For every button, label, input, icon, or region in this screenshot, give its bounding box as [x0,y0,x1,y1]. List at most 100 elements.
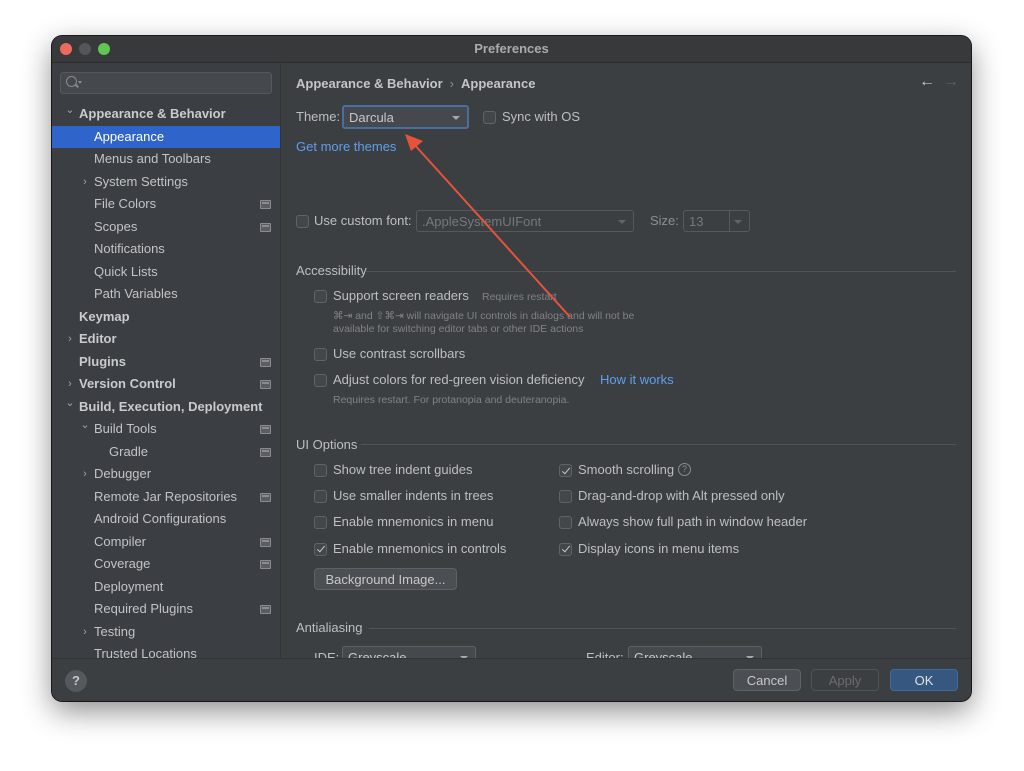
theme-value: Darcula [349,110,394,125]
smooth-scrolling-help-icon[interactable]: ? [678,463,691,476]
sidebar-item-label: Path Variables [94,286,178,301]
sidebar-item-compiler[interactable]: Compiler [52,531,280,554]
sidebar-item-label: Editor [79,331,117,346]
sidebar-item-appearance-behavior[interactable]: ⌄ Appearance & Behavior [52,103,280,126]
settings-sidebar: ⌄ Appearance & Behavior Appearance Menus an… [52,63,281,661]
section-divider [366,271,956,272]
project-level-icon [260,200,271,209]
sidebar-item-debugger[interactable]: › Debugger [52,463,280,486]
sidebar-item-plugins[interactable]: Plugins [52,351,280,374]
sidebar-item-label: Appearance [94,128,165,144]
chevron-down-icon[interactable]: ⌄ [79,414,91,437]
sidebar-item-remote-jar-repositories[interactable]: Remote Jar Repositories [52,486,280,509]
chevron-right-icon[interactable]: › [79,463,91,486]
chevron-down-icon [734,220,742,224]
contrast-scrollbars-label: Use contrast scrollbars [333,346,466,361]
sidebar-item-label: System Settings [94,173,188,189]
font-size-combo[interactable]: 13 [683,210,750,232]
help-button[interactable]: ? [65,670,87,692]
project-level-icon [260,222,271,232]
sidebar-item-android-configurations[interactable]: Android Configurations [52,508,280,531]
smooth-scrolling-checkbox[interactable] [559,464,572,477]
sidebar-item-editor[interactable]: › Editor [52,328,280,351]
chevron-down-icon[interactable]: ⌄ [64,392,76,415]
color-deficiency-label: Adjust colors for red-green vision defic… [333,372,585,387]
sidebar-item-label: Coverage [94,556,151,571]
sidebar-item-scopes[interactable]: Scopes [52,216,280,239]
sidebar-item-build-tools[interactable]: ⌄ Build Tools [52,418,280,441]
custom-font-value: .AppleSystemUIFont [422,214,542,229]
preferences-window: Preferences ⌄ Appearance & Behavior Appear… [52,36,971,701]
sidebar-item-path-variables[interactable]: Path Variables [52,283,280,306]
color-deficiency-hint: Requires restart. For protanopia and deu… [333,394,570,406]
sidebar-item-version-control[interactable]: › Version Control [52,373,280,396]
custom-font-dropdown[interactable]: .AppleSystemUIFont [416,210,634,232]
apply-button[interactable]: Apply [811,669,879,691]
enable-mnemonics-in-controls-label: Enable mnemonics in controls [333,540,507,556]
sidebar-item-testing[interactable]: › Testing [52,621,280,644]
sidebar-item-file-colors[interactable]: File Colors [52,193,280,216]
drag-and-drop-with-alt-pressed-only-label: Drag-and-drop with Alt pressed only [578,488,785,504]
sidebar-item-system-settings[interactable]: › System Settings [52,171,280,194]
smooth-scrolling-label: Smooth scrolling [578,462,675,477]
support-screen-readers-label: Support screen readers [333,288,469,303]
sidebar-item-label: File Colors [94,196,157,211]
requires-restart-note: Requires restart [482,291,557,303]
sidebar-item-deployment[interactable]: Deployment [52,576,280,599]
sidebar-item-label: Compiler [94,533,147,549]
back-arrow-icon[interactable]: ← [919,73,935,91]
enable-mnemonics-in-menu-label: Enable mnemonics in menu [333,514,494,530]
window-title: Preferences [474,41,549,56]
theme-dropdown[interactable]: Darcula [342,105,469,129]
sidebar-item-label: Required Plugins [94,601,194,616]
sidebar-item-label: Build, Execution, Deployment [79,398,263,414]
sidebar-item-quick-lists[interactable]: Quick Lists [52,261,280,284]
settings-search-input[interactable] [60,72,272,94]
breadcrumb: Appearance & Behavior › Appearance [296,76,535,91]
sidebar-item-menus-and-toolbars[interactable]: Menus and Toolbars [52,148,280,171]
sidebar-item-appearance[interactable]: Appearance [52,125,280,148]
sidebar-item-label: Menus and Toolbars [94,151,211,166]
sidebar-item-label: Scopes [94,218,138,234]
ok-button[interactable]: OK [890,669,958,691]
combo-divider [729,211,730,231]
get-more-themes-link[interactable]: Get more themes [296,139,396,154]
sidebar-item-label: Remote Jar Repositories [94,488,238,504]
use-smaller-indents-in-trees-checkbox[interactable] [314,490,327,504]
sidebar-item-label: Notifications [94,241,165,256]
chevron-right-icon[interactable]: › [64,328,76,351]
display-icons-in-menu-items-checkbox[interactable] [559,542,572,556]
use-custom-font-checkbox[interactable] [296,215,309,228]
show-tree-indent-guides-checkbox[interactable] [314,464,327,477]
search-icon [66,76,77,87]
background-image-button[interactable]: Background Image... [314,568,457,590]
chevron-down-icon[interactable]: ⌄ [64,99,76,122]
how-it-works-link[interactable]: How it works [600,372,674,387]
sidebar-item-required-plugins[interactable]: Required Plugins [52,598,280,621]
antialiasing-section-title: Antialiasing [296,620,363,635]
sync-with-os-label: Sync with OS [502,109,581,124]
drag-and-drop-with-alt-pressed-only-checkbox[interactable] [559,490,572,504]
enable-mnemonics-in-controls-checkbox[interactable] [314,542,327,556]
always-show-full-path-in-window-header-checkbox[interactable] [559,516,572,530]
sync-with-os-checkbox[interactable] [483,111,496,124]
search-options-chevron-icon[interactable] [78,81,82,84]
sidebar-item-label: Build Tools [94,421,157,436]
dialog-footer: ? Cancel Apply OK [52,658,971,701]
chevron-right-icon[interactable]: › [79,621,91,644]
project-level-icon [260,380,271,389]
sidebar-item-coverage[interactable]: Coverage [52,553,280,576]
contrast-scrollbars-checkbox[interactable] [314,348,327,361]
color-deficiency-checkbox[interactable] [314,374,327,387]
enable-mnemonics-in-menu-checkbox[interactable] [314,516,327,530]
support-screen-readers-checkbox[interactable] [314,290,327,303]
sidebar-item-gradle[interactable]: Gradle [52,441,280,464]
sidebar-item-notifications[interactable]: Notifications [52,238,280,261]
breadcrumb-parent[interactable]: Appearance & Behavior [296,76,443,91]
appearance-settings-panel: Appearance & Behavior › Appearance ← → The… [281,63,971,668]
chevron-right-icon[interactable]: › [79,171,91,194]
cancel-button[interactable]: Cancel [733,669,801,691]
forward-arrow-icon[interactable]: → [943,73,959,91]
sidebar-item-keymap[interactable]: Keymap [52,306,280,329]
breadcrumb-separator-icon: › [449,76,455,91]
